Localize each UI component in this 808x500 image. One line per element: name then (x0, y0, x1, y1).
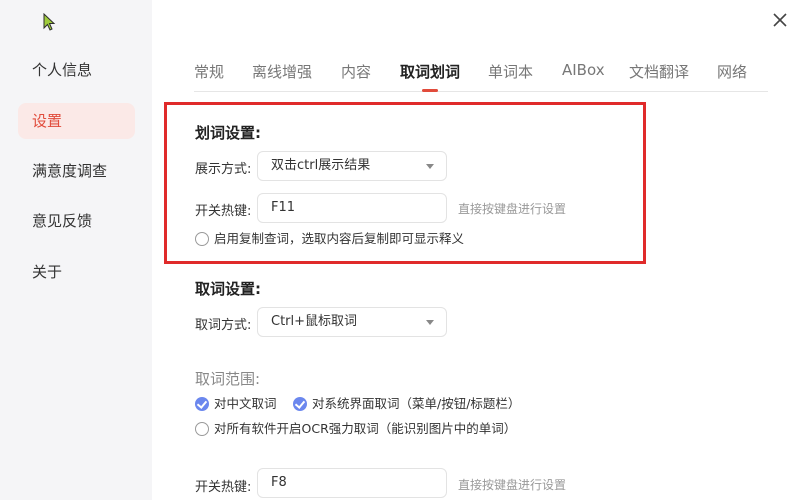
quci-hotkey-input[interactable]: F8 (257, 468, 447, 498)
checked-icon[interactable] (293, 397, 307, 411)
huaci-section-title: 划词设置: (195, 124, 261, 142)
cursor-icon (43, 13, 56, 31)
display-mode-select[interactable]: 双击ctrl展示结果 (257, 151, 447, 181)
sidebar-item-settings[interactable]: 设置 (18, 103, 135, 139)
tab-offline[interactable]: 离线增强 (252, 61, 312, 82)
tab-general[interactable]: 常规 (194, 61, 224, 82)
copy-lookup-label: 启用复制查词，选取内容后复制即可显示释义 (214, 231, 465, 246)
tab-doc-translate[interactable]: 文档翻译 (629, 61, 689, 82)
sidebar: 个人信息 设置 满意度调查 意见反馈 关于 (0, 0, 152, 500)
tab-aibox[interactable]: AIBox (562, 61, 605, 79)
range-option-chinese-label: 对中文取词 (214, 396, 277, 411)
quci-hotkey-label: 开关热键: (195, 480, 252, 495)
unchecked-icon[interactable] (195, 422, 209, 436)
range-option-system-ui-label: 对系统界面取词（菜单/按钮/标题栏） (312, 396, 521, 411)
huaci-hotkey-input[interactable]: F11 (257, 193, 447, 223)
caret-down-icon (426, 164, 434, 169)
tab-quci-huaci[interactable]: 取词划词 (400, 61, 460, 82)
sidebar-item-profile[interactable]: 个人信息 (18, 52, 135, 88)
huaci-hotkey-label: 开关热键: (195, 204, 252, 219)
sidebar-item-survey[interactable]: 满意度调查 (18, 153, 135, 189)
quci-method-label: 取词方式: (195, 318, 252, 333)
active-tab-indicator (422, 89, 438, 92)
copy-lookup-radio[interactable] (195, 232, 209, 246)
range-option-system-ui[interactable]: 对系统界面取词（菜单/按钮/标题栏） (293, 396, 520, 412)
huaci-hotkey-hint: 直接按键盘进行设置 (458, 202, 567, 216)
checked-icon[interactable] (195, 397, 209, 411)
display-mode-value: 双击ctrl展示结果 (271, 158, 371, 173)
sidebar-item-about[interactable]: 关于 (18, 254, 135, 290)
range-option-ocr-label: 对所有软件开启OCR强力取词（能识别图片中的单词） (214, 421, 517, 436)
quci-method-value: Ctrl+鼠标取词 (271, 314, 358, 329)
range-option-ocr[interactable]: 对所有软件开启OCR强力取词（能识别图片中的单词） (195, 421, 516, 437)
caret-down-icon (426, 320, 434, 325)
display-mode-label: 展示方式: (195, 162, 252, 177)
settings-tabs: 常规 离线增强 内容 取词划词 单词本 AIBox 文档翻译 网络 (194, 58, 768, 92)
quci-hotkey-hint: 直接按键盘进行设置 (458, 478, 567, 492)
copy-lookup-option[interactable]: 启用复制查词，选取内容后复制即可显示释义 (195, 231, 464, 247)
range-option-chinese[interactable]: 对中文取词 (195, 396, 277, 412)
quci-range-title: 取词范围: (195, 370, 261, 388)
quci-section-title: 取词设置: (195, 280, 261, 298)
quci-method-select[interactable]: Ctrl+鼠标取词 (257, 307, 447, 337)
tab-wordbook[interactable]: 单词本 (488, 61, 533, 82)
sidebar-item-feedback[interactable]: 意见反馈 (18, 203, 135, 239)
tab-content[interactable]: 内容 (341, 61, 371, 82)
close-icon[interactable] (770, 10, 790, 30)
tab-network[interactable]: 网络 (717, 61, 747, 82)
